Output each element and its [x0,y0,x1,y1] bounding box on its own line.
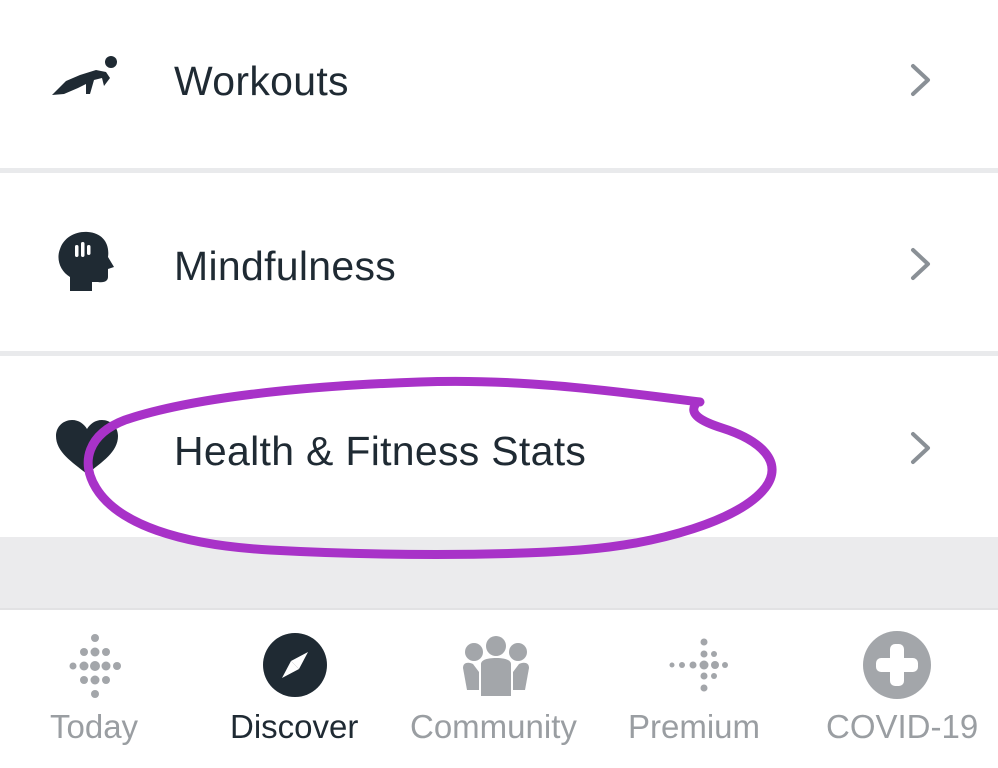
menu-item-mindfulness[interactable]: Mindfulness [0,173,998,351]
nav-tab-label: Community [410,708,577,745]
menu-item-label: Mindfulness [174,243,397,289]
nav-tab-premium[interactable]: Premium [620,610,780,766]
premium-dots-icon [669,638,728,692]
mindfulness-head-icon [58,231,114,291]
nav-tab-discover[interactable]: Discover [220,610,370,766]
content-spacer [0,537,998,610]
bottom-nav-bar: Today Discover Community Premium COVID-1… [0,608,998,768]
compass-icon [263,633,327,697]
menu-item-health-fitness-stats[interactable]: Health & Fitness Stats [0,356,998,537]
menu-item-workouts[interactable]: Workouts [0,0,998,168]
covid-plus-icon [863,631,931,699]
workout-icon [52,56,117,95]
nav-tab-label: Premium [628,708,761,745]
menu-item-label: Workouts [174,58,349,104]
chevron-right-icon [911,64,930,96]
nav-tab-community[interactable]: Community [405,610,590,766]
chevron-right-icon [911,248,930,280]
nav-tab-today[interactable]: Today [20,610,170,766]
menu-item-label: Health & Fitness Stats [174,428,587,474]
heart-icon [56,420,118,474]
nav-tab-covid-19[interactable]: COVID-19 [818,610,978,766]
fitbit-dots-icon [69,634,121,698]
nav-tab-label: COVID-19 [826,708,979,745]
nav-tab-label: Today [50,708,139,745]
community-icon [463,636,529,696]
chevron-right-icon [911,432,930,464]
nav-tab-label: Discover [230,708,359,745]
